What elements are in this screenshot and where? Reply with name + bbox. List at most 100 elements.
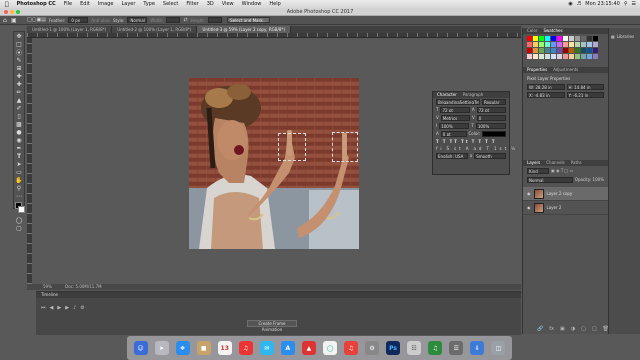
- messages-icon[interactable]: ✉: [259, 341, 274, 355]
- folder-icon[interactable]: ☰: [449, 341, 464, 355]
- antialias-checkbox[interactable]: Anti-alias: [91, 18, 110, 23]
- opentype-buttons[interactable]: fi Śst Aad T 1st ½: [433, 145, 515, 152]
- tab-layers[interactable]: Layers: [527, 160, 540, 166]
- layer-name[interactable]: Layer 2: [547, 205, 562, 210]
- clock[interactable]: Mon 23:15:40: [585, 1, 620, 7]
- swatch[interactable]: [527, 42, 532, 47]
- swatch[interactable]: [551, 42, 556, 47]
- layer-kind-filter[interactable]: Kind: [527, 168, 549, 174]
- swatch[interactable]: [575, 48, 580, 53]
- swatch[interactable]: [545, 36, 550, 41]
- text-style-buttons[interactable]: T T TT Tt T T T T: [433, 138, 509, 145]
- blur-tool-icon[interactable]: ●: [14, 128, 24, 136]
- language-select[interactable]: English: USA: [436, 153, 468, 159]
- mask-icon[interactable]: ▣: [560, 326, 565, 332]
- swatch[interactable]: [545, 42, 550, 47]
- preview-icon[interactable]: ☷: [407, 341, 422, 355]
- next-frame-icon[interactable]: ▶: [65, 305, 69, 311]
- swatch[interactable]: [587, 36, 592, 41]
- zoom-level[interactable]: 59%: [43, 284, 52, 289]
- prop-height[interactable]: H: 14.84 in: [566, 84, 604, 90]
- swatch[interactable]: [557, 48, 562, 53]
- swatch[interactable]: [533, 36, 538, 41]
- zoom-tool-icon[interactable]: ⚲: [14, 184, 24, 192]
- swatch[interactable]: [593, 36, 598, 41]
- finder-icon[interactable]: ☺: [133, 341, 148, 355]
- clone-stamp-tool-icon[interactable]: ▲: [14, 96, 24, 104]
- swatch[interactable]: [557, 54, 562, 59]
- play-icon[interactable]: ▶: [57, 305, 61, 311]
- menu-edit[interactable]: Edit: [76, 1, 94, 7]
- adjustment-layer-icon[interactable]: ◑: [571, 326, 575, 332]
- menu-window[interactable]: Window: [238, 1, 266, 7]
- menu-select[interactable]: Select: [159, 1, 182, 7]
- search-icon[interactable]: ⚲: [624, 1, 628, 7]
- quick-mask-icon[interactable]: ◯: [14, 216, 24, 224]
- safari-icon[interactable]: ❖: [175, 341, 190, 355]
- tab-untitled-3[interactable]: Untitled-3 @ 59% (Layer 2 copy, RGB/8*): [197, 26, 291, 33]
- crop-tool-icon[interactable]: ⊞: [14, 64, 24, 72]
- swatch[interactable]: [545, 54, 550, 59]
- activity-monitor-icon[interactable]: ♫: [428, 341, 443, 355]
- audio-icon[interactable]: ♪: [73, 305, 76, 311]
- swatch[interactable]: [587, 54, 592, 59]
- wifi-icon[interactable]: ◉: [568, 1, 572, 7]
- prop-width[interactable]: W: 28.28 in: [527, 84, 565, 90]
- menu-layer[interactable]: Layer: [117, 1, 139, 7]
- kerning-input[interactable]: Metrics: [440, 115, 470, 121]
- swatch[interactable]: [587, 42, 592, 47]
- swatch[interactable]: [569, 54, 574, 59]
- dodge-tool-icon[interactable]: ◉: [14, 136, 24, 144]
- visibility-eye-icon[interactable]: ◉: [527, 205, 531, 210]
- layer-name[interactable]: Layer 2 copy: [547, 191, 573, 196]
- swatch[interactable]: [563, 48, 568, 53]
- swatch[interactable]: [557, 42, 562, 47]
- create-frame-animation-button[interactable]: Create Frame Animation: [247, 320, 297, 332]
- new-layer-icon[interactable]: □: [592, 326, 597, 332]
- tab-untitled-2[interactable]: Untitled-2 @ 100% (Layer 1, RGB/8*): [112, 26, 198, 33]
- swatch[interactable]: [551, 48, 556, 53]
- gradient-tool-icon[interactable]: ▩: [14, 120, 24, 128]
- tab-swatches[interactable]: Swatches: [543, 28, 562, 34]
- height-input[interactable]: [208, 17, 223, 23]
- eraser-tool-icon[interactable]: ▯: [14, 112, 24, 120]
- healing-brush-tool-icon[interactable]: ✚: [14, 80, 24, 88]
- type-tool-icon[interactable]: T: [14, 152, 24, 160]
- tab-adjustments[interactable]: Adjustments: [553, 67, 578, 73]
- swatch[interactable]: [557, 36, 562, 41]
- swatch[interactable]: [575, 42, 580, 47]
- marquee-preset-icon[interactable]: ▣: [11, 17, 17, 24]
- style-select[interactable]: Normal: [127, 17, 148, 23]
- swatch[interactable]: [533, 54, 538, 59]
- baseline-input[interactable]: 0 pt: [440, 131, 467, 137]
- horizontal-scale-input[interactable]: 100%: [475, 123, 507, 129]
- font-size-input[interactable]: 72 pt: [440, 107, 470, 113]
- selection-mode-icons[interactable]: □▢▣▤: [27, 17, 46, 23]
- swatch[interactable]: [563, 42, 568, 47]
- document-image[interactable]: [189, 78, 359, 249]
- settings-icon[interactable]: ⚙: [80, 305, 84, 311]
- prev-frame-icon[interactable]: ◀: [50, 305, 54, 311]
- text-color-swatch[interactable]: [482, 131, 507, 137]
- lasso-tool-icon[interactable]: ⦿: [14, 48, 24, 57]
- swatch[interactable]: [533, 48, 538, 53]
- music-icon[interactable]: ♫: [238, 341, 253, 355]
- tab-color[interactable]: Color: [527, 28, 537, 34]
- swatch[interactable]: [581, 48, 586, 53]
- calendar-icon[interactable]: 13: [217, 341, 232, 355]
- system-preferences-icon[interactable]: ⚙: [365, 341, 380, 355]
- swatch[interactable]: [593, 48, 598, 53]
- tab-properties[interactable]: Properties: [527, 67, 547, 73]
- contacts-icon[interactable]: ■: [196, 341, 211, 355]
- leading-input[interactable]: 72 pt: [476, 107, 507, 113]
- menu-filter[interactable]: Filter: [182, 1, 202, 7]
- visibility-eye-icon[interactable]: ◉: [527, 191, 531, 196]
- swatch[interactable]: [593, 54, 598, 59]
- fx-icon[interactable]: fx: [549, 326, 554, 332]
- swatch[interactable]: [539, 42, 544, 47]
- shape-tool-icon[interactable]: ▭: [14, 168, 24, 176]
- font-family-select[interactable]: BrigandinaSettingTree: [436, 99, 480, 105]
- blend-mode-select[interactable]: Normal: [527, 177, 573, 183]
- path-select-tool-icon[interactable]: ➤: [14, 160, 24, 168]
- minimize-window-button[interactable]: [10, 10, 14, 14]
